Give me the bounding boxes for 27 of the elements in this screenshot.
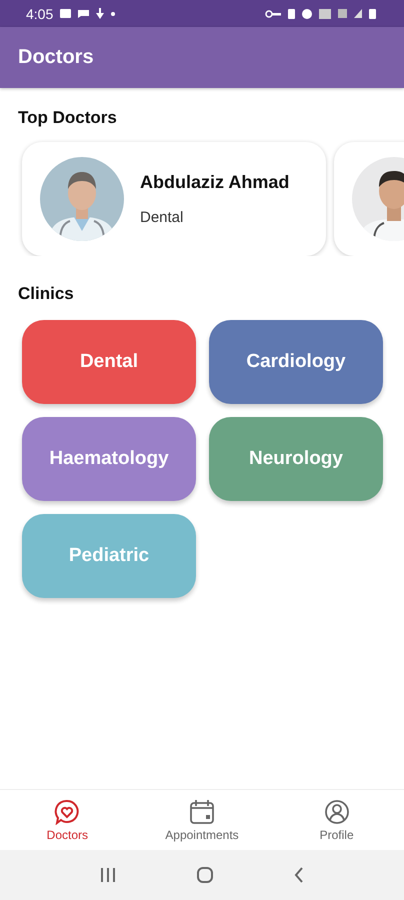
back-icon[interactable]: [292, 866, 305, 884]
doctor-name: Abdulaziz Ahmad: [140, 172, 290, 193]
message-icon: [78, 10, 90, 18]
dot-icon: [111, 12, 116, 16]
profile-icon: [324, 798, 350, 824]
home-icon[interactable]: [196, 866, 214, 884]
doctor-card[interactable]: [334, 142, 404, 256]
section-title: Top Doctors: [18, 108, 118, 128]
battery-icon: [369, 8, 376, 18]
heart-bubble-icon: [54, 798, 80, 824]
clinic-button[interactable]: Neurology: [209, 417, 383, 501]
doctor-specialty: Dental: [140, 209, 184, 226]
app-title: Doctors: [18, 46, 94, 69]
clinic-button[interactable]: Haematology: [22, 417, 196, 501]
calendar-icon: [188, 798, 215, 824]
clinic-button[interactable]: Cardiology: [209, 320, 383, 404]
nav-tab[interactable]: Appointments: [146, 798, 257, 842]
section-title: Clinics: [18, 284, 75, 304]
doctor-card[interactable]: Abdulaziz Ahmad Dental: [22, 142, 326, 256]
nav-tab[interactable]: Profile: [282, 798, 392, 842]
nav-tab[interactable]: Doctors: [12, 798, 122, 842]
clinic-button[interactable]: Dental: [22, 320, 196, 404]
key-icon: [265, 10, 281, 18]
recent-apps-icon[interactable]: [99, 867, 118, 883]
status-time: 4:05: [26, 6, 54, 22]
signal-icon: [354, 9, 362, 18]
download-icon: [96, 8, 104, 19]
